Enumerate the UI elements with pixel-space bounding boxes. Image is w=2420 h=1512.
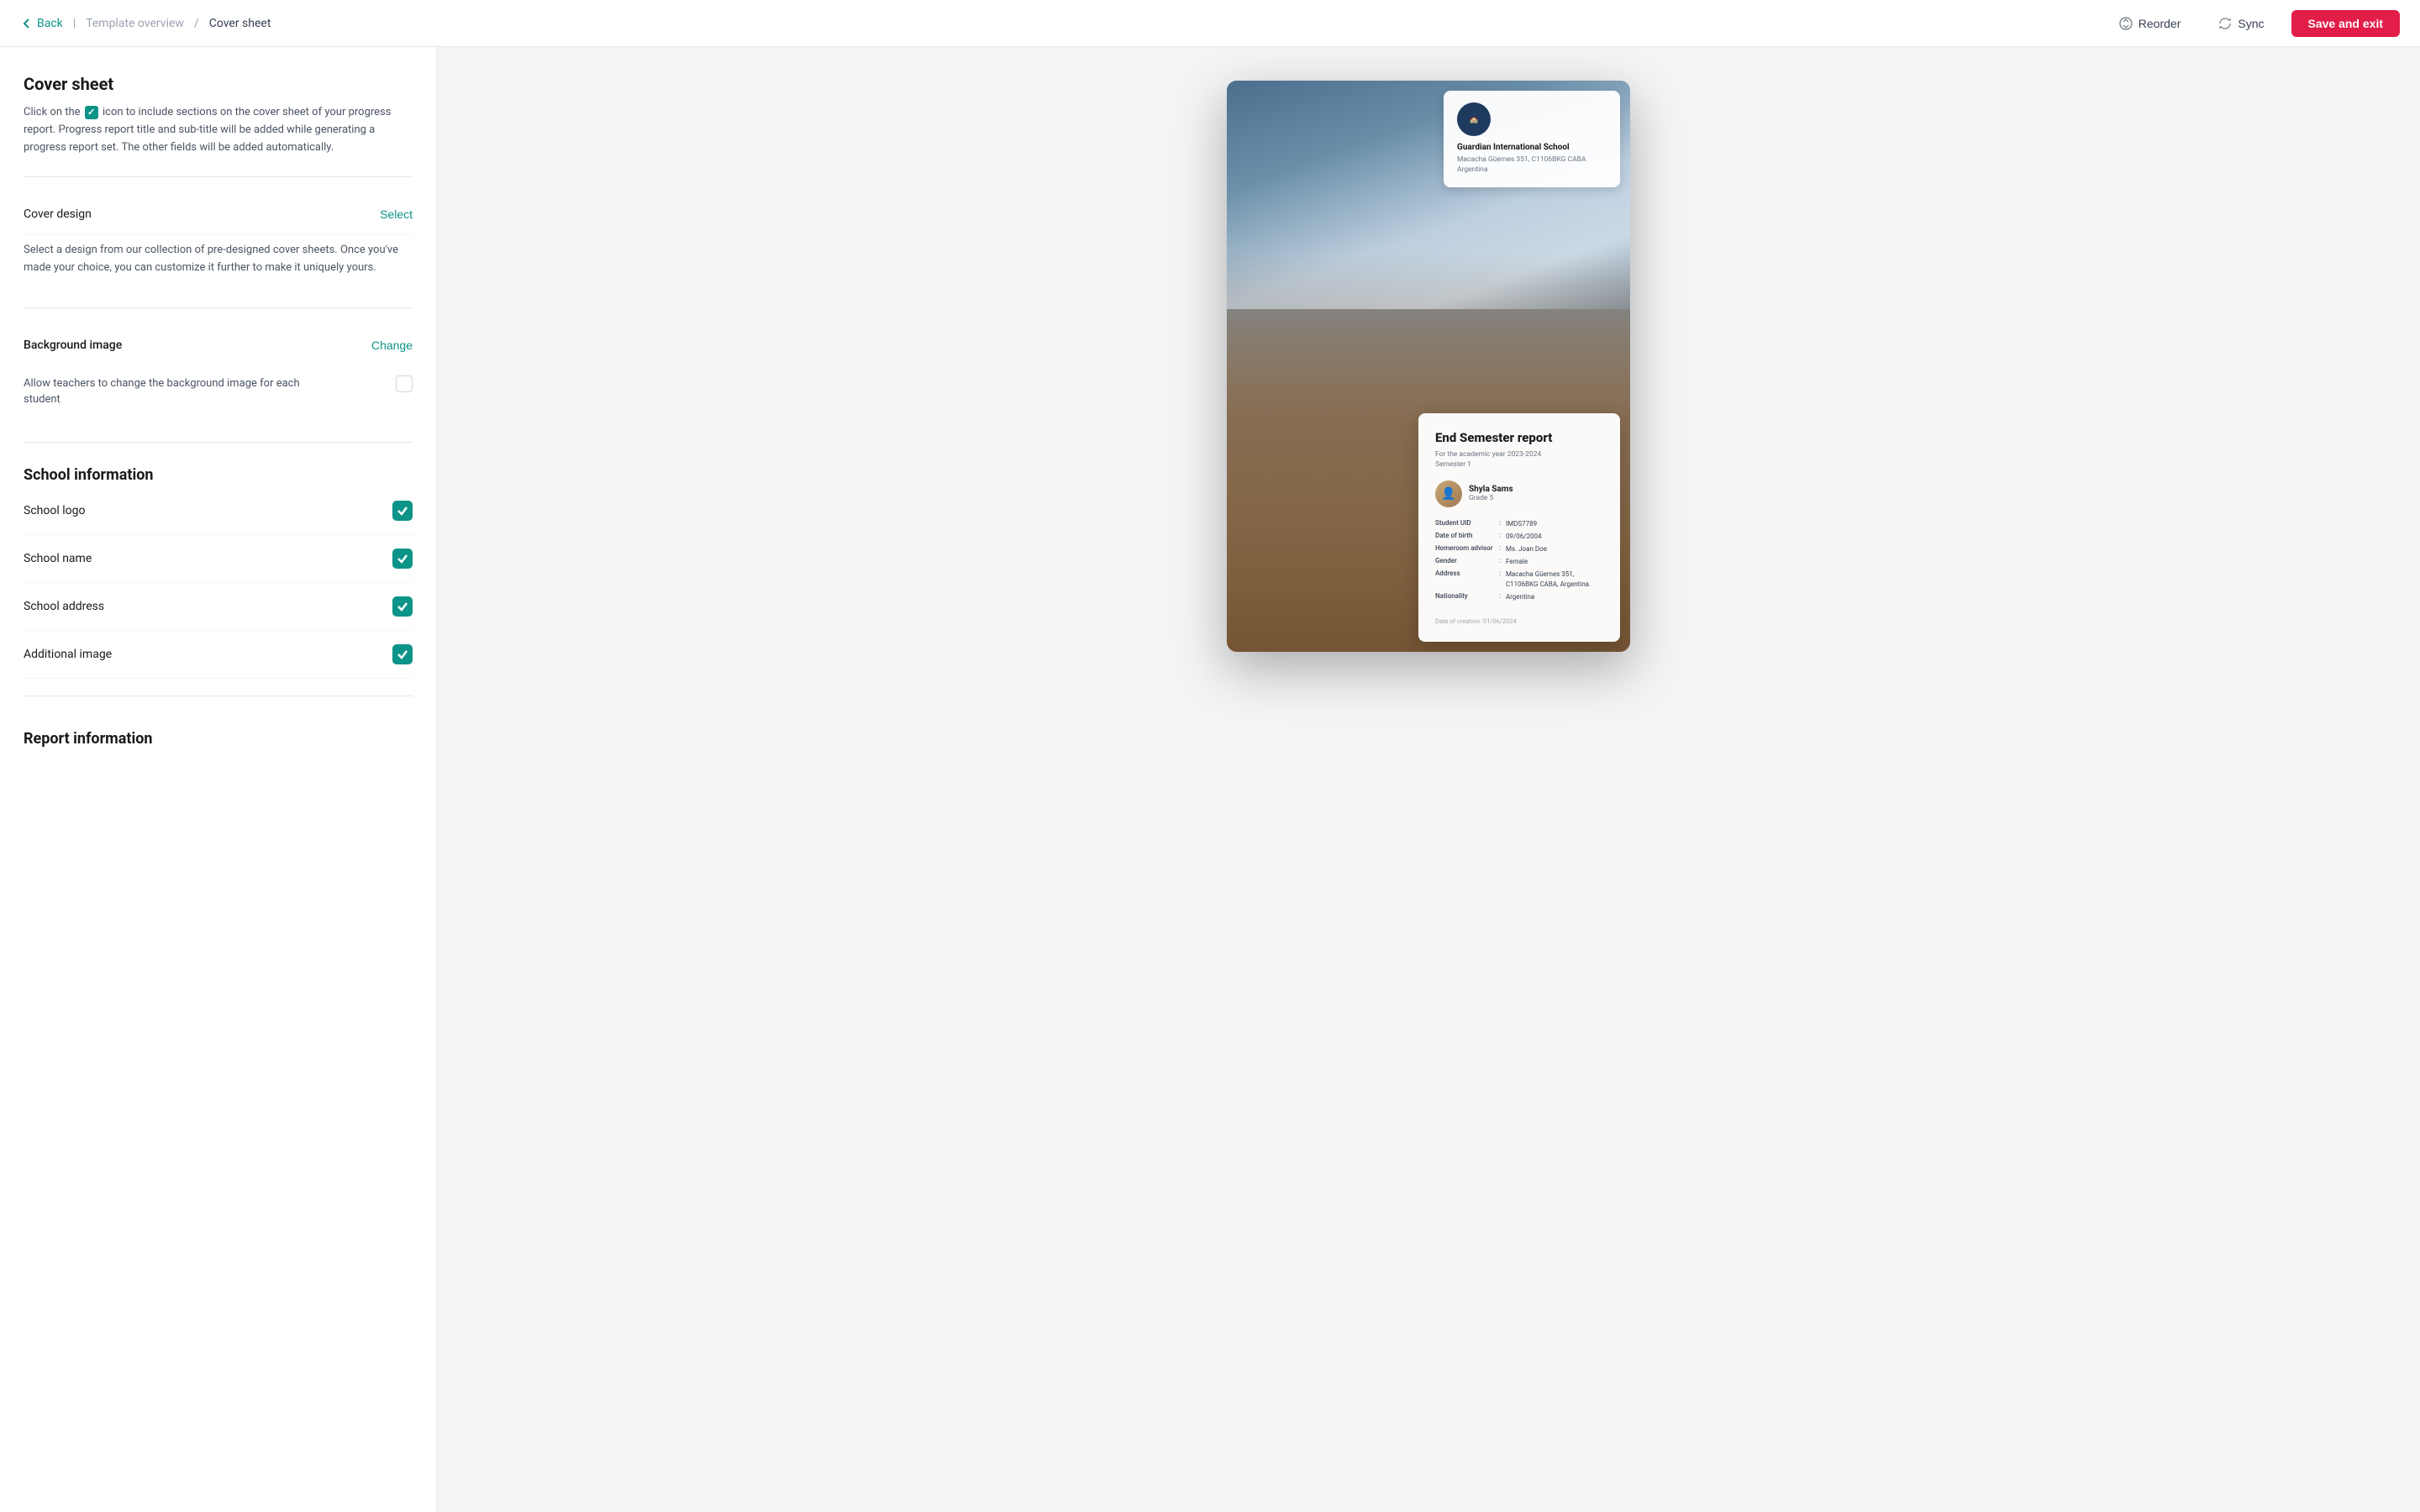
info-row-student-uid: Student UID : IMDS7789: [1435, 519, 1603, 528]
sync-icon: [2217, 16, 2233, 31]
label-address: Address: [1435, 570, 1496, 577]
cover-design-select-button[interactable]: Select: [380, 207, 413, 221]
school-card-address-2: Argentina: [1457, 165, 1607, 176]
info-row-gender: Gender : Female: [1435, 557, 1603, 566]
report-semester: Semester 1: [1435, 460, 1603, 469]
report-subtitle: For the academic year 2023-2024: [1435, 450, 1603, 459]
school-logo-checkbox[interactable]: [392, 501, 413, 521]
label-nationality: Nationality: [1435, 592, 1496, 600]
chevron-left-icon: [20, 17, 34, 30]
reorder-button[interactable]: Reorder: [2108, 11, 2191, 36]
school-name-row: School name: [24, 535, 413, 583]
cover-sheet-description: Click on the icon to include sections on…: [24, 104, 413, 156]
value-homeroom: Ms. Joan Doe: [1506, 544, 1603, 554]
right-panel: 🏫 Guardian International School Macacha …: [437, 47, 2420, 1512]
value-gender: Female: [1506, 557, 1603, 566]
school-name-label: School name: [24, 552, 92, 565]
divider-2: [24, 307, 413, 308]
preview-container: 🏫 Guardian International School Macacha …: [1227, 81, 1630, 652]
breadcrumb-parent: Template overview: [86, 17, 184, 30]
main-layout: Cover sheet Click on the icon to include…: [0, 47, 2420, 1512]
student-row: 👤 Shyla Sams Grade 5: [1435, 480, 1603, 507]
left-panel: Cover sheet Click on the icon to include…: [0, 47, 437, 1512]
reorder-icon: [2118, 16, 2133, 31]
school-name-checkbox[interactable]: [392, 549, 413, 569]
checkmark-icon: [397, 648, 408, 660]
school-card-name: Guardian International School: [1457, 143, 1607, 152]
breadcrumb-slash: /: [194, 17, 199, 30]
sync-label: Sync: [2238, 17, 2264, 30]
school-address-row: School address: [24, 583, 413, 631]
report-information-heading: Report information: [24, 713, 413, 748]
divider-3: [24, 442, 413, 443]
breadcrumb-current: Cover sheet: [209, 17, 271, 30]
app-header: Back | Template overview / Cover sheet R…: [0, 0, 2420, 47]
school-logo-label: School logo: [24, 504, 85, 517]
label-gender: Gender: [1435, 557, 1496, 564]
allow-change-checkbox[interactable]: [396, 375, 413, 392]
school-logo-preview: 🏫: [1457, 102, 1491, 136]
allow-change-row: Allow teachers to change the background …: [24, 365, 413, 425]
school-information-heading: School information: [24, 459, 413, 484]
report-title: End Semester report: [1435, 430, 1603, 447]
additional-image-label: Additional image: [24, 648, 112, 661]
allow-change-text: Allow teachers to change the background …: [24, 375, 326, 408]
student-avatar: 👤: [1435, 480, 1462, 507]
report-card: End Semester report For the academic yea…: [1418, 413, 1620, 642]
label-dob: Date of birth: [1435, 532, 1496, 539]
value-address: Macacha Güemes 351, C1106BKG CABA, Argen…: [1506, 570, 1603, 588]
info-row-homeroom: Homeroom advisor : Ms. Joan Doe: [1435, 544, 1603, 554]
info-table: Student UID : IMDS7789 Date of birth : 0…: [1435, 519, 1603, 601]
inline-checkbox-icon: [85, 106, 98, 119]
reorder-label: Reorder: [2139, 17, 2181, 30]
label-homeroom: Homeroom advisor: [1435, 544, 1496, 552]
cover-sheet-title: Cover sheet: [24, 74, 413, 94]
header-left: Back | Template overview / Cover sheet: [20, 17, 271, 30]
school-address-checkbox[interactable]: [392, 596, 413, 617]
school-logo-row: School logo: [24, 487, 413, 535]
back-label: Back: [37, 17, 63, 30]
additional-image-row: Additional image: [24, 631, 413, 679]
checkmark-icon: [397, 505, 408, 517]
label-student-uid: Student UID: [1435, 519, 1496, 527]
cover-design-row: Cover design Select: [24, 194, 413, 235]
school-address-label: School address: [24, 600, 104, 613]
report-footer: Date of creation: 01/06/2024: [1435, 610, 1603, 625]
background-image-row: Background image Change: [24, 325, 413, 365]
checkmark-icon: [397, 553, 408, 564]
school-info-card: 🏫 Guardian International School Macacha …: [1444, 91, 1620, 187]
divider-1: [24, 176, 413, 177]
info-row-address: Address : Macacha Güemes 351, C1106BKG C…: [1435, 570, 1603, 588]
background-image-change-button[interactable]: Change: [371, 339, 413, 352]
school-logo-inner: 🏫: [1470, 116, 1478, 123]
info-row-nationality: Nationality : Argentina: [1435, 592, 1603, 601]
cover-design-label: Cover design: [24, 207, 92, 221]
background-image-label: Background image: [24, 339, 122, 352]
student-grade: Grade 5: [1469, 494, 1513, 502]
student-info: Shyla Sams Grade 5: [1469, 485, 1513, 502]
cover-design-desc: Select a design from our collection of p…: [24, 235, 413, 291]
school-card-address-1: Macacha Güemes 351, C1106BKG CABA: [1457, 155, 1607, 165]
student-name: Shyla Sams: [1469, 485, 1513, 494]
value-student-uid: IMDS7789: [1506, 519, 1603, 528]
back-button[interactable]: Back: [20, 17, 63, 30]
save-exit-button[interactable]: Save and exit: [2291, 10, 2401, 37]
additional-image-checkbox[interactable]: [392, 644, 413, 664]
value-dob: 09/06/2004: [1506, 532, 1603, 541]
sync-button[interactable]: Sync: [2207, 11, 2274, 36]
header-right: Reorder Sync Save and exit: [2108, 10, 2400, 37]
info-row-dob: Date of birth : 09/06/2004: [1435, 532, 1603, 541]
value-nationality: Argentina: [1506, 592, 1603, 601]
checkmark-icon: [397, 601, 408, 612]
breadcrumb-separator: |: [73, 17, 76, 30]
